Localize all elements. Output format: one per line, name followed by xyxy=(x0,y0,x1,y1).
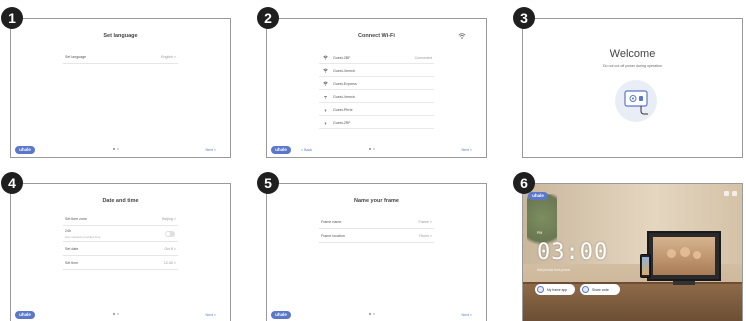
bottom-bar: uhale Next > xyxy=(267,306,486,321)
phone-image xyxy=(640,254,651,278)
page-indicator xyxy=(111,312,127,316)
wifi-icon xyxy=(324,109,327,112)
row-value: Beijing > xyxy=(162,217,176,221)
brand-logo: uhale xyxy=(15,146,35,154)
family-photo xyxy=(653,237,715,275)
network-name: Guest-Pfrrte xyxy=(333,108,353,112)
network-name: Guest-4rmrcb xyxy=(333,95,355,99)
next-button[interactable]: Next > xyxy=(206,148,217,152)
wifi-network-item[interactable]: Guest-Express xyxy=(319,77,434,90)
brand-logo: uhale xyxy=(528,192,548,200)
time-zone-row[interactable]: Set time zone Beijing > xyxy=(63,212,178,226)
button-label: My frame app xyxy=(547,288,568,292)
welcome-subtitle: Do not cut off power during operation xyxy=(602,64,663,68)
wifi-icon xyxy=(323,81,328,86)
step-4-panel: Date and time Set time zone Beijing > 24… xyxy=(10,183,231,321)
wifi-network-item[interactable]: Guest-2BF Connected xyxy=(319,51,434,64)
network-name: Guest-4rmrcb xyxy=(333,69,355,73)
frame-name-row[interactable]: Frame name Frame > xyxy=(319,215,434,229)
status-icons xyxy=(724,191,738,196)
brand-logo: uhale xyxy=(15,311,35,319)
page-title: Date and time xyxy=(102,198,139,204)
welcome-title: Welcome xyxy=(609,48,656,60)
row-label: 24h xyxy=(65,229,71,233)
network-name: Guest-2RF xyxy=(333,121,351,125)
wifi-network-item[interactable]: Guest-4rmrcb xyxy=(319,90,434,103)
button-label: Share code xyxy=(592,288,609,292)
back-button[interactable]: < Back xyxy=(301,148,312,152)
row-value: Oct 8 > xyxy=(164,247,176,251)
row-label: Set date xyxy=(65,247,79,251)
app-icon xyxy=(537,286,544,293)
step-3-panel: Welcome Do not cut off power during oper… xyxy=(522,18,743,158)
row-value: Frame > xyxy=(418,220,432,224)
network-status: Connected xyxy=(414,56,432,60)
step-badge-5: 5 xyxy=(257,172,279,194)
auto-time-toggle[interactable] xyxy=(165,231,175,237)
wifi-icon xyxy=(324,96,327,99)
row-value: Room > xyxy=(419,234,432,238)
frame-location-row[interactable]: Frame location Room > xyxy=(319,229,434,243)
page-title: Set language xyxy=(103,33,138,39)
wifi-network-item[interactable]: Guest-Pfrrte xyxy=(319,103,434,116)
row-label: Set time xyxy=(65,261,79,265)
bottom-bar: uhale < Back Next > xyxy=(267,141,486,157)
page-indicator xyxy=(111,147,127,151)
step-5-panel: Name your frame Frame name Frame > Frame… xyxy=(266,183,487,321)
caption-text: Add photos from phone xyxy=(537,268,571,272)
brand-logo: uhale xyxy=(271,311,291,319)
wifi-icon xyxy=(324,122,327,125)
step-2-panel: Connect Wi-Fi Guest-2BF Connected Guest-… xyxy=(266,18,487,158)
wifi-icon xyxy=(323,68,328,73)
frame-stand xyxy=(673,281,695,285)
set-date-row[interactable]: Set date Oct 8 > xyxy=(63,242,178,256)
bottom-bar: uhale Next > xyxy=(11,306,230,321)
set-time-row[interactable]: Set time 12:30 > xyxy=(63,256,178,270)
wifi-settings-icon[interactable] xyxy=(458,32,466,40)
next-button[interactable]: Next > xyxy=(462,313,473,317)
set-language-row[interactable]: Set language English > xyxy=(63,50,178,64)
step-badge-3: 3 xyxy=(513,7,535,29)
clock-period: PM xyxy=(537,231,543,235)
power-illustration xyxy=(615,80,657,122)
clock-display: 03:00 xyxy=(537,240,609,265)
share-code-button[interactable]: Share code xyxy=(580,284,620,295)
row-label: Set language xyxy=(65,55,87,59)
page-title: Connect Wi-Fi xyxy=(358,33,395,39)
power-adapter-icon xyxy=(624,90,648,115)
frame-app-button[interactable]: My frame app xyxy=(535,284,575,295)
row-label: Set time zone xyxy=(65,217,87,221)
wifi-network-item[interactable]: Guest-4rmrcb xyxy=(319,64,434,77)
wifi-network-item[interactable]: Guest-2RF xyxy=(319,116,434,129)
row-value: 12:30 > xyxy=(163,261,176,265)
next-button[interactable]: Next > xyxy=(462,148,473,152)
step-badge-1: 1 xyxy=(1,7,23,29)
next-button[interactable]: Next > xyxy=(206,313,217,317)
page-indicator xyxy=(367,147,383,151)
row-label: Frame location xyxy=(321,234,345,238)
wifi-icon xyxy=(323,55,328,60)
bottom-bar: uhale Next > xyxy=(11,141,230,157)
row-value: English > xyxy=(161,55,176,59)
code-icon xyxy=(582,286,589,293)
page-indicator xyxy=(367,312,383,316)
network-name: Guest-Express xyxy=(333,82,357,86)
step-6-panel: uhale PM 03:00 Add photos from phone My … xyxy=(522,183,743,321)
row-sub: Use network provided time xyxy=(65,235,101,239)
auto-time-row: 24h Use network provided time xyxy=(63,226,178,242)
step-1-panel: Set language Set language English > uhal… xyxy=(10,18,231,158)
brand-logo: uhale xyxy=(271,146,291,154)
row-label: Frame name xyxy=(321,220,342,224)
step-badge-4: 4 xyxy=(1,172,23,194)
digital-frame-image xyxy=(647,231,721,281)
step-badge-2: 2 xyxy=(257,7,279,29)
page-title: Name your frame xyxy=(354,198,399,204)
step-badge-6: 6 xyxy=(513,172,535,194)
network-name: Guest-2BF xyxy=(333,56,351,60)
